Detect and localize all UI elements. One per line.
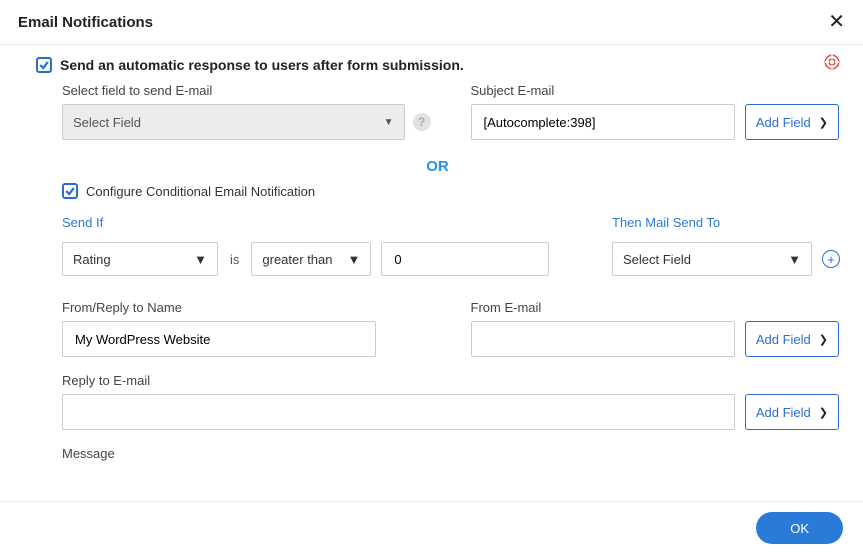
then-mail-label: Then Mail Send To xyxy=(612,215,840,230)
conditional-checkbox[interactable] xyxy=(62,183,78,199)
modal-header: Email Notifications ✕ xyxy=(0,0,863,45)
add-field-replyto-button[interactable]: Add Field ❯ xyxy=(745,394,839,430)
add-field-label: Add Field xyxy=(756,115,811,130)
add-field-label: Add Field xyxy=(756,332,811,347)
auto-response-label: Send an automatic response to users afte… xyxy=(60,57,464,73)
chevron-down-icon: ❯ xyxy=(819,116,828,129)
replyto-label: Reply to E-mail xyxy=(62,373,150,388)
select-field-label: Select field to send E-mail xyxy=(62,83,431,98)
replyto-input[interactable] xyxy=(62,394,735,430)
email-notifications-modal: Email Notifications ✕ Send an automatic … xyxy=(0,0,863,554)
help-icon[interactable] xyxy=(823,53,841,71)
then-mail-select[interactable]: Select Field ▼ xyxy=(612,242,812,276)
message-label: Message xyxy=(62,446,115,461)
add-condition-button[interactable]: + xyxy=(822,250,840,268)
sendif-operator-select[interactable]: greater than ▼ xyxy=(251,242,371,276)
from-name-input[interactable] xyxy=(62,321,376,357)
modal-footer: OK xyxy=(0,501,863,554)
then-mail-value: Select Field xyxy=(623,252,691,267)
add-field-from-button[interactable]: Add Field ❯ xyxy=(745,321,839,357)
sendif-value-input[interactable] xyxy=(381,242,549,276)
send-if-label: Send If xyxy=(62,215,572,230)
chevron-down-icon: ▼ xyxy=(194,252,207,267)
sendif-field-select[interactable]: Rating ▼ xyxy=(62,242,218,276)
chevron-down-icon: ▼ xyxy=(384,117,394,128)
hint-icon[interactable]: ? xyxy=(413,113,431,131)
ok-button[interactable]: OK xyxy=(756,512,843,544)
sendif-field-value: Rating xyxy=(73,252,111,267)
from-email-label: From E-mail xyxy=(471,300,840,315)
is-label: is xyxy=(230,252,239,267)
auto-response-checkbox[interactable] xyxy=(36,57,52,73)
modal-body: Send an automatic response to users afte… xyxy=(0,45,863,501)
subject-input[interactable] xyxy=(471,104,735,140)
from-email-input[interactable] xyxy=(471,321,735,357)
chevron-down-icon: ▼ xyxy=(348,252,361,267)
select-field-dropdown[interactable]: Select Field ▼ xyxy=(62,104,405,140)
chevron-down-icon: ❯ xyxy=(819,406,828,419)
sendif-operator-value: greater than xyxy=(262,252,332,267)
add-field-label: Add Field xyxy=(756,405,811,420)
select-field-value: Select Field xyxy=(73,115,141,130)
subject-label: Subject E-mail xyxy=(471,83,840,98)
close-icon[interactable]: ✕ xyxy=(828,12,845,32)
chevron-down-icon: ❯ xyxy=(819,333,828,346)
add-field-subject-button[interactable]: Add Field ❯ xyxy=(745,104,839,140)
modal-title: Email Notifications xyxy=(18,14,153,31)
from-name-label: From/Reply to Name xyxy=(62,300,431,315)
conditional-label: Configure Conditional Email Notification xyxy=(86,184,315,199)
chevron-down-icon: ▼ xyxy=(788,252,801,267)
or-divider: OR xyxy=(36,158,839,175)
